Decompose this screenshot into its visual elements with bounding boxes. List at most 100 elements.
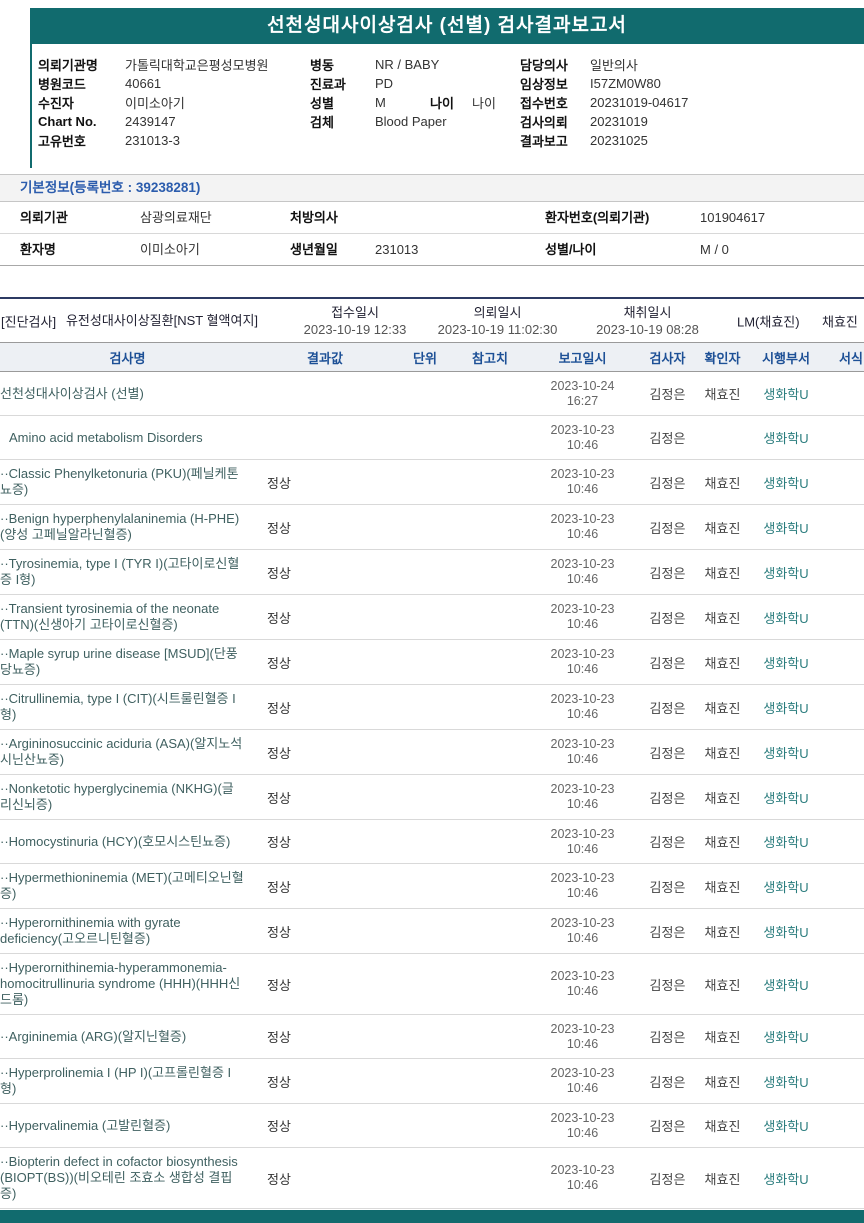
confirmer-name: 채효진 — [704, 700, 741, 716]
report-datetime: 2023-10-23 10:46 — [525, 737, 640, 767]
tester-name: 김정은 — [649, 924, 686, 940]
table-row: ··Transient tyrosinemia of the neonate (… — [0, 595, 864, 640]
test-name: ··Transient tyrosinemia of the neonate (… — [0, 601, 220, 632]
report-time: 10:46 — [566, 984, 599, 998]
test-name: ··Argininosuccinic aciduria (ASA)(알지노석시닌… — [0, 736, 243, 767]
tester-name: 김정은 — [649, 835, 686, 850]
report-date: 2023-10-23 — [550, 1110, 615, 1125]
report-datetime: 2023-10-23 10:46 — [525, 827, 640, 857]
report-time: 10:46 — [566, 662, 599, 676]
report-date: 2023-10-23 — [550, 1163, 615, 1177]
table-row: ··Maple syrup urine disease [MSUD](단풍당뇨증… — [0, 640, 864, 685]
table-row: ··Biopterin defect in cofactor biosynthe… — [0, 1148, 864, 1209]
collect-value: 2023-10-19 08:28 — [596, 321, 699, 337]
field-label: 접수번호 — [520, 96, 568, 111]
test-name: ··Citrullinemia, type I (CIT)(시트룰린혈증 I형) — [0, 691, 236, 722]
result-value: 정상 — [267, 835, 291, 850]
field-value: 231013-3 — [125, 133, 180, 148]
tester-name: 김정은 — [649, 1171, 686, 1187]
field-examinee: 수진자 이미소아기 — [38, 93, 269, 112]
field-value: 231013 — [375, 242, 419, 257]
field-label: 수진자 — [38, 96, 74, 111]
department-name: 생화학U — [763, 924, 809, 940]
receipt-value: 2023-10-19 12:33 — [303, 321, 407, 337]
patient-info-left-column: 의뢰기관명 가톨릭대학교은평성모병원 병원코드 40661 수진자 이미소아기 … — [38, 55, 269, 150]
report-datetime: 2023-10-23 10:46 — [525, 916, 640, 946]
department-name: 생화학U — [763, 520, 809, 536]
request-info-row-2: 환자명 이미소아기 생년월일 231013 성별/나이 M / 0 — [0, 234, 864, 266]
order-request-datetime: 의뢰일시 2023-10-19 11:02:30 — [410, 304, 585, 338]
report-datetime: 2023-10-23 10:46 — [525, 871, 640, 901]
results-body: 선천성대사이상검사 (선별) 2023-10-24 16:27 김정은 채효진 … — [0, 372, 864, 1209]
tester-name: 김정은 — [649, 790, 686, 806]
report-time: 10:46 — [566, 886, 599, 900]
result-value: 정상 — [267, 1030, 291, 1045]
tester-name: 김정은 — [649, 1119, 686, 1134]
field-value: M — [375, 95, 386, 110]
column-header-result: 결과값 — [307, 350, 343, 366]
field-label: 의뢰기관명 — [38, 58, 98, 73]
result-value: 정상 — [267, 745, 291, 761]
confirmer-name: 채효진 — [704, 835, 741, 850]
field-unique-no: 고유번호 231013-3 — [38, 131, 269, 150]
field-label: 임상정보 — [520, 77, 568, 92]
report-datetime: 2023-10-23 10:46 — [525, 1022, 640, 1052]
result-value: 정상 — [267, 924, 291, 940]
patient-info-right-column: 담당의사 일반의사 임상정보 I57ZM0W80 접수번호 20231019-0… — [520, 55, 688, 150]
result-value: 정상 — [267, 610, 291, 626]
report-date: 2023-10-23 — [550, 826, 615, 841]
table-row: ··Hyperprolinemia I (HP I)(고프롤린혈증 I형) 정상… — [0, 1059, 864, 1104]
tester-name: 김정은 — [649, 387, 686, 402]
department-name: 생화학U — [763, 475, 809, 491]
field-hospital-code: 병원코드 40661 — [38, 74, 269, 93]
column-header-test-name: 검사명 — [109, 350, 146, 366]
field-value: 2439147 — [125, 114, 176, 129]
tester-name: 김정은 — [649, 879, 686, 895]
report-date: 2023-10-23 — [550, 647, 615, 661]
column-header-report-datetime: 보고일시 — [558, 350, 607, 366]
field-chart-no: Chart No. 2439147 — [38, 112, 269, 131]
report-time: 10:46 — [566, 841, 599, 856]
department-name: 생화학U — [763, 1074, 809, 1090]
field-value: 이미소아기 — [125, 96, 185, 111]
table-row: ··Benign hyperphenylalaninemia (H-PHE)(양… — [0, 505, 864, 550]
report-datetime: 2023-10-23 10:46 — [525, 512, 640, 542]
confirmer-name: 채효진 — [704, 655, 741, 671]
field-ward: 병동 NR / BABY — [310, 55, 496, 74]
confirmer-name: 채효진 — [704, 565, 741, 581]
report-date: 2023-10-23 — [550, 1021, 615, 1036]
confirmer-name: 채효진 — [704, 879, 741, 895]
department-name: 생화학U — [763, 745, 809, 761]
report-datetime: 2023-10-24 16:27 — [525, 379, 640, 409]
report-date: 2023-10-23 — [550, 467, 615, 481]
collector: LM(채효진) — [737, 314, 800, 329]
table-row: ··Argininosuccinic aciduria (ASA)(알지노석시닌… — [0, 730, 864, 775]
report-date: 2023-10-23 — [550, 422, 615, 437]
field-result-report-date: 결과보고 20231025 — [520, 131, 688, 150]
table-row: ··Citrullinemia, type I (CIT)(시트룰린혈증 I형)… — [0, 685, 864, 730]
column-header-form: 서식 — [839, 350, 863, 366]
column-header-tester: 검사자 — [649, 350, 686, 366]
report-time: 16:27 — [566, 393, 599, 408]
test-name: Amino acid metabolism Disorders — [9, 429, 203, 445]
field-value: I57ZM0W80 — [590, 76, 661, 91]
tester-name: 김정은 — [649, 1074, 686, 1090]
tester-name: 김정은 — [649, 565, 686, 581]
department-name: 생화학U — [763, 1030, 809, 1045]
field-receipt-no: 접수번호 20231019-04617 — [520, 93, 688, 112]
confirmer-name: 채효진 — [704, 790, 741, 806]
results-table-header: 검사명 결과값 단위 참고치 보고일시 검사자 확인자 시행부서 서식 — [0, 342, 864, 372]
tester-name: 김정은 — [649, 475, 686, 491]
collector-confirm: 채효진 — [822, 314, 858, 329]
column-header-reference: 참고치 — [472, 350, 508, 366]
test-name: 선천성대사이상검사 (선별) — [0, 385, 144, 401]
field-label: 환자명 — [20, 242, 56, 257]
report-datetime: 2023-10-23 10:46 — [525, 782, 640, 812]
report-date: 2023-10-23 — [550, 692, 615, 706]
column-header-department: 시행부서 — [762, 350, 810, 366]
report-datetime: 2023-10-23 10:46 — [525, 602, 640, 632]
report-time: 10:46 — [566, 1178, 599, 1192]
tester-name: 김정은 — [649, 520, 686, 536]
report-time: 10:46 — [566, 437, 599, 452]
result-value: 정상 — [267, 520, 291, 536]
